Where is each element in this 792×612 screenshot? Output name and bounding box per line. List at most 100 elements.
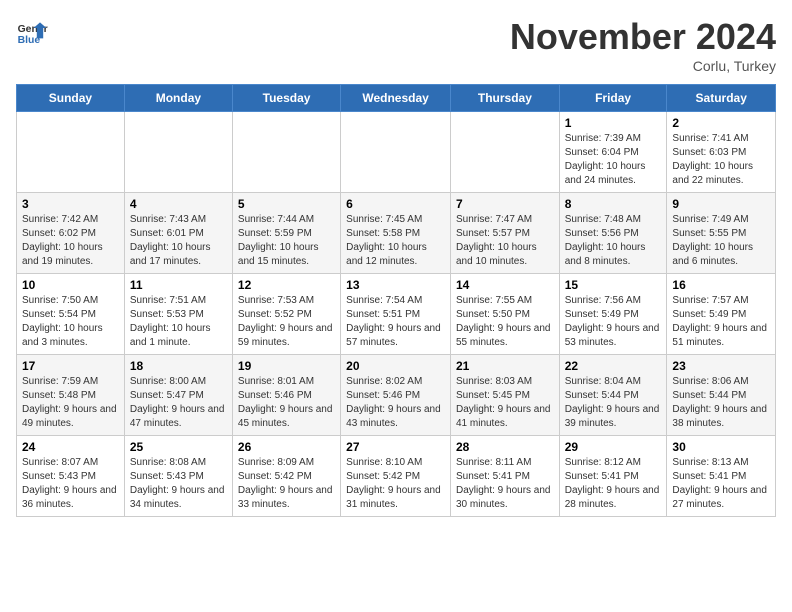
day-info: Sunrise: 7:43 AM Sunset: 6:01 PM Dayligh…	[130, 213, 227, 269]
calendar-cell: 26 Sunrise: 8:09 AM Sunset: 5:42 PM Dayli…	[232, 436, 340, 517]
calendar-body: 1Sunrise: 7:39 AM Sunset: 6:04 PM Daylig…	[17, 112, 776, 517]
calendar-cell: 13 Sunrise: 7:54 AM Sunset: 5:51 PM Dayli…	[341, 274, 451, 355]
day-info: Sunrise: 7:53 AM Sunset: 5:52 PM Dayligh…	[238, 294, 335, 350]
day-info: Sunrise: 7:50 AM Sunset: 5:54 PM Dayligh…	[22, 294, 119, 350]
day-info: Sunrise: 7:48 AM Sunset: 5:56 PM Dayligh…	[565, 213, 662, 269]
calendar-cell: 4 Sunrise: 7:43 AM Sunset: 6:01 PM Daylig…	[124, 193, 232, 274]
day-info: Sunrise: 8:03 AM Sunset: 5:45 PM Dayligh…	[456, 375, 554, 431]
day-info: Sunrise: 7:59 AM Sunset: 5:48 PM Dayligh…	[22, 375, 119, 431]
day-info: Sunrise: 7:56 AM Sunset: 5:49 PM Dayligh…	[565, 294, 662, 350]
calendar-cell: 9Sunrise: 7:49 AM Sunset: 5:55 PM Daylig…	[667, 193, 776, 274]
calendar-day-header: Wednesday	[341, 85, 451, 112]
day-info: Sunrise: 7:45 AM Sunset: 5:58 PM Dayligh…	[346, 213, 445, 269]
day-number: 20	[346, 359, 445, 373]
calendar-cell	[17, 112, 125, 193]
day-info: Sunrise: 8:13 AM Sunset: 5:41 PM Dayligh…	[672, 456, 770, 512]
day-number: 5	[238, 197, 335, 211]
day-info: Sunrise: 8:11 AM Sunset: 5:41 PM Dayligh…	[456, 456, 554, 512]
calendar-cell: 30 Sunrise: 8:13 AM Sunset: 5:41 PM Dayli…	[667, 436, 776, 517]
day-info: Sunrise: 7:42 AM Sunset: 6:02 PM Dayligh…	[22, 213, 119, 269]
day-info: Sunrise: 8:10 AM Sunset: 5:42 PM Dayligh…	[346, 456, 445, 512]
calendar-cell: 6 Sunrise: 7:45 AM Sunset: 5:58 PM Daylig…	[341, 193, 451, 274]
logo-icon: General Blue	[16, 16, 48, 48]
day-info: Sunrise: 7:41 AM Sunset: 6:03 PM Dayligh…	[672, 132, 770, 188]
calendar-cell: 25 Sunrise: 8:08 AM Sunset: 5:43 PM Dayli…	[124, 436, 232, 517]
calendar-cell: 5Sunrise: 7:44 AM Sunset: 5:59 PM Daylig…	[232, 193, 340, 274]
calendar-cell: 14 Sunrise: 7:55 AM Sunset: 5:50 PM Dayli…	[450, 274, 559, 355]
day-number: 30	[672, 440, 770, 454]
calendar-week-row: 17 Sunrise: 7:59 AM Sunset: 5:48 PM Dayli…	[17, 355, 776, 436]
day-info: Sunrise: 7:47 AM Sunset: 5:57 PM Dayligh…	[456, 213, 554, 269]
day-info: Sunrise: 8:12 AM Sunset: 5:41 PM Dayligh…	[565, 456, 662, 512]
calendar-table: SundayMondayTuesdayWednesdayThursdayFrid…	[16, 84, 776, 517]
day-number: 21	[456, 359, 554, 373]
day-info: Sunrise: 8:09 AM Sunset: 5:42 PM Dayligh…	[238, 456, 335, 512]
calendar-cell: 11 Sunrise: 7:51 AM Sunset: 5:53 PM Dayli…	[124, 274, 232, 355]
calendar-cell: 22 Sunrise: 8:04 AM Sunset: 5:44 PM Dayli…	[559, 355, 667, 436]
calendar-cell: 24Sunrise: 8:07 AM Sunset: 5:43 PM Dayli…	[17, 436, 125, 517]
title-area: November 2024 Corlu, Turkey	[510, 16, 776, 74]
day-info: Sunrise: 8:04 AM Sunset: 5:44 PM Dayligh…	[565, 375, 662, 431]
day-number: 15	[565, 278, 662, 292]
calendar-cell	[341, 112, 451, 193]
calendar-week-row: 1Sunrise: 7:39 AM Sunset: 6:04 PM Daylig…	[17, 112, 776, 193]
day-number: 10	[22, 278, 119, 292]
calendar-cell: 16Sunrise: 7:57 AM Sunset: 5:49 PM Dayli…	[667, 274, 776, 355]
calendar-cell: 19 Sunrise: 8:01 AM Sunset: 5:46 PM Dayli…	[232, 355, 340, 436]
day-number: 1	[565, 116, 662, 130]
calendar-cell: 8Sunrise: 7:48 AM Sunset: 5:56 PM Daylig…	[559, 193, 667, 274]
day-info: Sunrise: 8:08 AM Sunset: 5:43 PM Dayligh…	[130, 456, 227, 512]
day-number: 3	[22, 197, 119, 211]
day-number: 11	[130, 278, 227, 292]
calendar-week-row: 3 Sunrise: 7:42 AM Sunset: 6:02 PM Daylig…	[17, 193, 776, 274]
day-number: 27	[346, 440, 445, 454]
calendar-day-header: Tuesday	[232, 85, 340, 112]
day-info: Sunrise: 8:00 AM Sunset: 5:47 PM Dayligh…	[130, 375, 227, 431]
day-number: 13	[346, 278, 445, 292]
day-info: Sunrise: 7:57 AM Sunset: 5:49 PM Dayligh…	[672, 294, 770, 350]
day-number: 24	[22, 440, 119, 454]
calendar-cell: 7Sunrise: 7:47 AM Sunset: 5:57 PM Daylig…	[450, 193, 559, 274]
calendar-cell: 12 Sunrise: 7:53 AM Sunset: 5:52 PM Dayli…	[232, 274, 340, 355]
day-number: 12	[238, 278, 335, 292]
calendar-day-header: Monday	[124, 85, 232, 112]
calendar-cell: 1Sunrise: 7:39 AM Sunset: 6:04 PM Daylig…	[559, 112, 667, 193]
calendar-cell: 20 Sunrise: 8:02 AM Sunset: 5:46 PM Dayli…	[341, 355, 451, 436]
calendar-cell: 3 Sunrise: 7:42 AM Sunset: 6:02 PM Daylig…	[17, 193, 125, 274]
calendar-day-header: Thursday	[450, 85, 559, 112]
calendar-cell: 10 Sunrise: 7:50 AM Sunset: 5:54 PM Dayli…	[17, 274, 125, 355]
day-number: 22	[565, 359, 662, 373]
day-number: 9	[672, 197, 770, 211]
day-number: 18	[130, 359, 227, 373]
calendar-day-header: Sunday	[17, 85, 125, 112]
calendar-cell: 2 Sunrise: 7:41 AM Sunset: 6:03 PM Daylig…	[667, 112, 776, 193]
day-number: 26	[238, 440, 335, 454]
calendar-cell: 17 Sunrise: 7:59 AM Sunset: 5:48 PM Dayli…	[17, 355, 125, 436]
location: Corlu, Turkey	[510, 58, 776, 74]
day-info: Sunrise: 8:06 AM Sunset: 5:44 PM Dayligh…	[672, 375, 770, 431]
day-info: Sunrise: 8:01 AM Sunset: 5:46 PM Dayligh…	[238, 375, 335, 431]
logo: General Blue	[16, 16, 48, 48]
day-info: Sunrise: 7:55 AM Sunset: 5:50 PM Dayligh…	[456, 294, 554, 350]
calendar-cell: 23 Sunrise: 8:06 AM Sunset: 5:44 PM Dayli…	[667, 355, 776, 436]
day-info: Sunrise: 7:51 AM Sunset: 5:53 PM Dayligh…	[130, 294, 227, 350]
day-info: Sunrise: 7:54 AM Sunset: 5:51 PM Dayligh…	[346, 294, 445, 350]
day-number: 14	[456, 278, 554, 292]
calendar-cell	[124, 112, 232, 193]
day-number: 4	[130, 197, 227, 211]
day-number: 6	[346, 197, 445, 211]
day-info: Sunrise: 8:02 AM Sunset: 5:46 PM Dayligh…	[346, 375, 445, 431]
calendar-cell	[450, 112, 559, 193]
calendar-day-header: Friday	[559, 85, 667, 112]
day-number: 23	[672, 359, 770, 373]
day-number: 17	[22, 359, 119, 373]
page-header: General Blue November 2024 Corlu, Turkey	[16, 16, 776, 74]
calendar-cell	[232, 112, 340, 193]
calendar-header-row: SundayMondayTuesdayWednesdayThursdayFrid…	[17, 85, 776, 112]
calendar-cell: 28Sunrise: 8:11 AM Sunset: 5:41 PM Dayli…	[450, 436, 559, 517]
calendar-cell: 18 Sunrise: 8:00 AM Sunset: 5:47 PM Dayli…	[124, 355, 232, 436]
day-number: 25	[130, 440, 227, 454]
day-number: 2	[672, 116, 770, 130]
day-number: 19	[238, 359, 335, 373]
calendar-day-header: Saturday	[667, 85, 776, 112]
